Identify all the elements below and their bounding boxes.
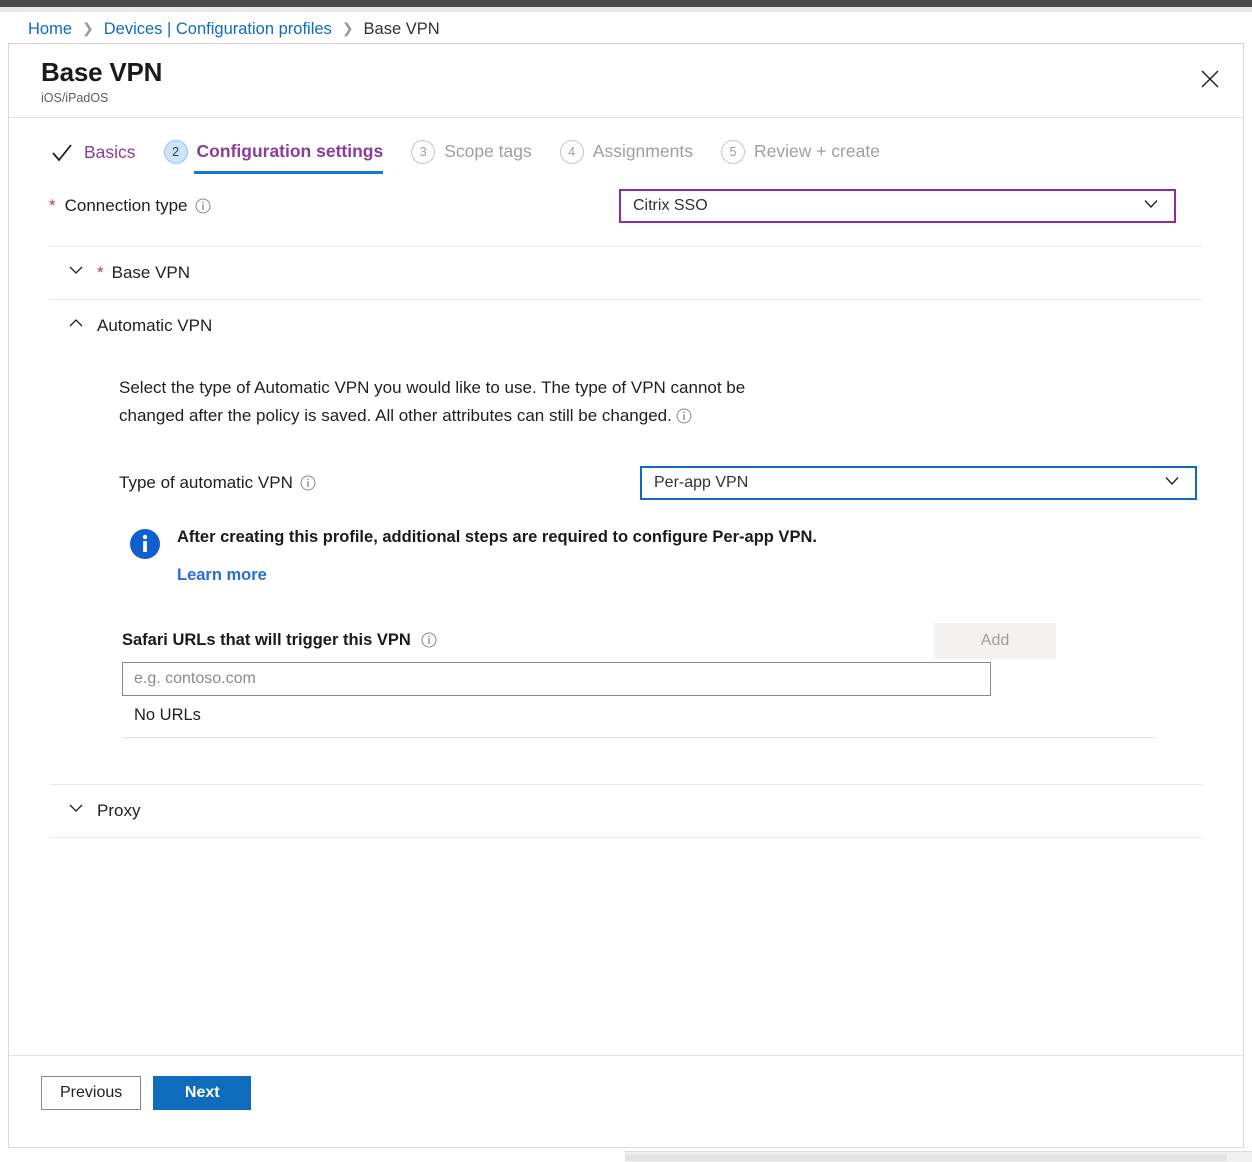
breadcrumb-item-home[interactable]: Home — [28, 20, 72, 39]
automatic-vpn-content: Select the type of Automatic VPN you wou… — [49, 352, 1203, 784]
connection-type-dropdown[interactable]: Citrix SSO — [619, 188, 1176, 223]
next-button[interactable]: Next — [153, 1076, 252, 1110]
learn-more-link[interactable]: Learn more — [177, 566, 267, 585]
chevron-down-icon — [67, 261, 85, 284]
divider — [49, 836, 1203, 838]
wizard-steps: Basics 2 Configuration settings 3 Scope … — [9, 118, 1243, 174]
safari-urls-label-text: Safari URLs that will trigger this VPN — [122, 630, 411, 649]
wizard-step-label: Assignments — [592, 141, 693, 162]
close-button[interactable] — [1193, 62, 1227, 96]
horizontal-scrollbar-thumb[interactable] — [625, 1154, 1227, 1161]
type-of-automatic-vpn-dropdown[interactable]: Per-app VPN — [640, 465, 1197, 500]
wizard-nav-buttons: Previous Next — [41, 1076, 1243, 1110]
add-url-button[interactable]: Add — [934, 622, 1056, 659]
blade-header: Base VPN iOS/iPadOS — [9, 44, 1243, 118]
info-banner-body: After creating this profile, additional … — [177, 526, 817, 585]
section-label-text: Proxy — [97, 800, 141, 820]
section-title-automatic-vpn: Automatic VPN — [97, 316, 212, 336]
connection-type-row: * Connection type Citrix SSO — [49, 188, 1203, 224]
window-top-bar — [0, 0, 1252, 7]
wizard-step-scope-tags[interactable]: 3 Scope tags — [411, 139, 546, 164]
page-title: Base VPN — [41, 57, 163, 87]
wizard-step-label: Configuration settings — [196, 141, 384, 162]
section-label-text: Automatic VPN — [97, 315, 213, 335]
wizard-step-label: Basics — [84, 142, 136, 163]
wizard-step-label: Review + create — [753, 141, 880, 162]
breadcrumb-separator-icon: ❯ — [82, 19, 94, 36]
close-icon — [1200, 69, 1220, 89]
chevron-down-icon — [1162, 470, 1182, 495]
step-badge-5: 5 — [720, 139, 745, 164]
info-banner: After creating this profile, additional … — [119, 526, 1203, 585]
wizard-step-assignments[interactable]: 4 Assignments — [559, 139, 707, 164]
type-of-automatic-vpn-label: Type of automatic VPN — [119, 473, 640, 493]
type-of-automatic-vpn-value: Per-app VPN — [654, 473, 749, 491]
automatic-vpn-description: Select the type of Automatic VPN you wou… — [119, 374, 809, 430]
automatic-vpn-description-text: Select the type of Automatic VPN you wou… — [119, 377, 746, 425]
info-banner-message: After creating this profile, additional … — [177, 527, 817, 546]
horizontal-scrollbar[interactable] — [625, 1151, 1252, 1162]
section-title-proxy: Proxy — [97, 801, 140, 821]
required-marker: * — [49, 196, 56, 216]
page-subtitle: iOS/iPadOS — [41, 90, 109, 105]
breadcrumb-item-devices-configuration-profiles[interactable]: Devices | Configuration profiles — [104, 20, 332, 39]
safari-urls-empty-text: No URLs — [122, 706, 1156, 738]
blade-panel: Base VPN iOS/iPadOS Basics 2 Configurati… — [8, 43, 1244, 1148]
check-icon — [49, 140, 75, 166]
section-header-automatic-vpn[interactable]: Automatic VPN — [49, 300, 1203, 352]
step-badge-4: 4 — [559, 139, 584, 164]
form-area: * Connection type Citrix SSO * Base VPN … — [9, 188, 1243, 838]
info-filled-icon — [129, 528, 161, 565]
connection-type-label-text: Connection type — [64, 195, 188, 215]
wizard-step-basics[interactable]: Basics — [49, 140, 150, 166]
step-badge-3: 3 — [411, 139, 436, 164]
section-header-base-vpn[interactable]: * Base VPN — [49, 247, 1203, 299]
section-title-base-vpn: * Base VPN — [97, 263, 190, 283]
wizard-step-configuration-settings[interactable]: 2 Configuration settings — [163, 139, 398, 174]
chevron-down-icon — [1141, 193, 1161, 218]
safari-url-input[interactable] — [122, 661, 991, 696]
previous-button[interactable]: Previous — [41, 1076, 142, 1110]
type-of-automatic-vpn-row: Type of automatic VPN Per-app VPN — [119, 465, 1203, 500]
info-icon[interactable] — [195, 197, 212, 214]
section-header-proxy[interactable]: Proxy — [49, 785, 1203, 837]
breadcrumb: Home ❯ Devices | Configuration profiles … — [0, 12, 1252, 46]
info-icon[interactable] — [421, 632, 438, 649]
info-icon[interactable] — [676, 407, 693, 424]
active-step-underline — [193, 170, 384, 174]
required-marker: * — [97, 263, 104, 283]
wizard-step-label: Scope tags — [444, 141, 532, 162]
connection-type-value: Citrix SSO — [633, 196, 708, 214]
wizard-step-review-create[interactable]: 5 Review + create — [720, 139, 894, 164]
breadcrumb-separator-icon: ❯ — [341, 19, 354, 36]
blade-footer: Previous Next — [9, 1055, 1243, 1147]
safari-urls-block: Safari URLs that will trigger this VPN A… — [119, 622, 1203, 738]
chevron-down-icon — [67, 799, 85, 822]
step-badge-2: 2 — [163, 139, 188, 164]
blade-body: Basics 2 Configuration settings 3 Scope … — [9, 118, 1243, 1055]
info-icon[interactable] — [300, 474, 317, 491]
type-of-automatic-vpn-label-text: Type of automatic VPN — [119, 472, 293, 492]
chevron-up-icon — [67, 314, 85, 337]
breadcrumb-item-base-vpn: Base VPN — [363, 19, 440, 38]
section-label-text: Base VPN — [111, 262, 191, 282]
connection-type-label: * Connection type — [49, 196, 619, 216]
